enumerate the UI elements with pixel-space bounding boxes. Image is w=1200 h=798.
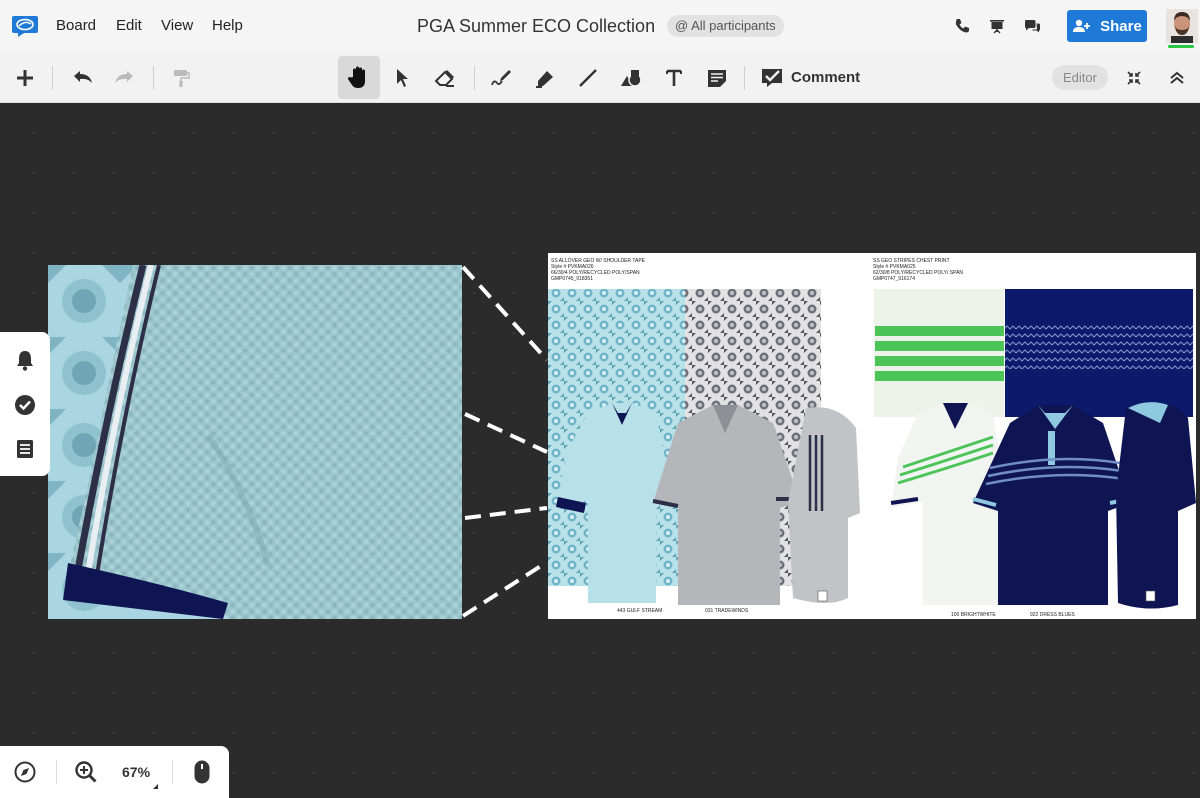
- zoom-connector-lines: [461, 265, 549, 618]
- menu-board[interactable]: Board: [56, 0, 96, 52]
- undo-icon: [74, 70, 92, 83]
- sticky-note-tool-button[interactable]: [696, 56, 738, 99]
- undo-button[interactable]: [62, 56, 104, 99]
- text-icon: [666, 69, 682, 86]
- menu-view[interactable]: View: [161, 0, 193, 52]
- pen-tool-button[interactable]: [480, 56, 522, 99]
- cursor-icon: [397, 68, 408, 87]
- toolbar-divider: [474, 66, 475, 90]
- online-indicator: [1168, 45, 1194, 48]
- collapse-arrows-icon: [1127, 70, 1141, 85]
- colorway-label: 443 GULF STREAM: [617, 608, 663, 614]
- toolbar: Comment Editor: [0, 52, 1200, 103]
- comment-label[interactable]: Comment: [791, 52, 860, 103]
- editor-mode-badge[interactable]: Editor: [1052, 65, 1108, 90]
- chat-icon[interactable]: [1021, 15, 1043, 37]
- colorway-label: 922 DRESS BLUES: [1030, 612, 1075, 618]
- text-tool-button[interactable]: [653, 56, 695, 99]
- participants-badge[interactable]: @ All participants: [667, 15, 784, 37]
- side-panel: [0, 332, 50, 476]
- marker-icon: [536, 70, 553, 88]
- sticky-note-icon: [708, 69, 726, 87]
- tech-pack-image[interactable]: SS ALLOVER GEO W/ SHOULDER TAPE Style # …: [548, 253, 1196, 619]
- hand-tool-button[interactable]: [338, 56, 380, 99]
- toolbar-divider: [744, 66, 745, 90]
- add-people-icon: [1073, 19, 1091, 32]
- chevron-up-double-icon: [1170, 71, 1184, 84]
- present-icon[interactable]: [986, 15, 1008, 37]
- zoom-in-icon[interactable]: [74, 760, 98, 789]
- comment-tool-button[interactable]: [751, 56, 793, 99]
- plus-icon: [17, 69, 33, 86]
- zoom-divider: [56, 760, 57, 784]
- format-painter-button[interactable]: [160, 56, 202, 99]
- marker-tool-button[interactable]: [524, 56, 566, 99]
- paint-roller-icon: [174, 69, 190, 87]
- redo-icon: [115, 70, 133, 83]
- phone-icon[interactable]: [951, 15, 973, 37]
- avatar[interactable]: [1166, 9, 1198, 43]
- zoom-level[interactable]: 67%: [122, 746, 150, 798]
- select-tool-button[interactable]: [381, 56, 423, 99]
- list-icon[interactable]: [13, 437, 37, 461]
- menubar: Board Edit View Help PGA Summer ECO Coll…: [0, 0, 1200, 52]
- collapse-toolbar-button[interactable]: [1156, 56, 1198, 99]
- share-label: Share: [1100, 17, 1142, 35]
- eraser-icon: [434, 69, 454, 87]
- pen-icon: [491, 69, 511, 85]
- toolbar-divider: [52, 66, 53, 90]
- eraser-tool-button[interactable]: [424, 56, 466, 99]
- share-button[interactable]: Share: [1067, 10, 1147, 42]
- line-tool-button[interactable]: [567, 56, 609, 99]
- colorway-label: 031 TRADEWINDS: [705, 608, 749, 614]
- shapes-tool-button[interactable]: [610, 56, 652, 99]
- line-icon: [579, 68, 597, 87]
- zoom-divider: [172, 760, 173, 784]
- app-logo-icon[interactable]: [11, 14, 39, 38]
- hand-icon: [348, 66, 365, 88]
- fit-screen-button[interactable]: [1113, 56, 1155, 99]
- zoom-dropdown-caret-icon[interactable]: [153, 784, 158, 789]
- zoom-bar: 67%: [0, 746, 229, 798]
- bell-icon[interactable]: [13, 348, 37, 372]
- add-button[interactable]: [4, 56, 46, 99]
- board-title[interactable]: PGA Summer ECO Collection: [417, 0, 655, 52]
- menu-edit[interactable]: Edit: [116, 0, 142, 52]
- compass-icon[interactable]: [14, 761, 36, 788]
- mouse-icon[interactable]: [193, 759, 211, 790]
- shapes-icon: [621, 69, 642, 87]
- fabric-closeup-image[interactable]: [48, 265, 462, 619]
- menu-help[interactable]: Help: [212, 0, 243, 52]
- toolbar-divider: [153, 66, 154, 90]
- colorway-label: 100 BRIGHTWHITE: [951, 612, 996, 618]
- comment-icon: [762, 68, 782, 87]
- redo-button[interactable]: [103, 56, 145, 99]
- check-circle-icon[interactable]: [13, 393, 37, 417]
